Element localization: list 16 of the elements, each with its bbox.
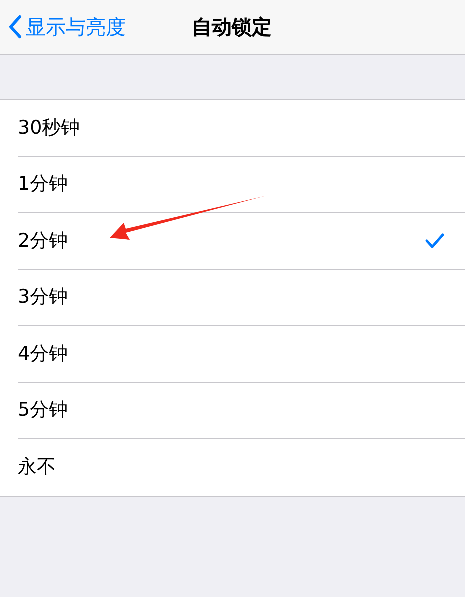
option-row[interactable]: 3分钟 <box>18 270 465 326</box>
option-label: 1分钟 <box>18 172 68 197</box>
option-label: 2分钟 <box>18 228 68 254</box>
option-label: 4分钟 <box>18 342 68 366</box>
back-button[interactable]: 显示与亮度 <box>0 12 126 42</box>
option-row[interactable]: 30秒钟 <box>18 100 465 156</box>
page-title: 自动锁定 <box>192 14 272 41</box>
option-label: 永不 <box>18 455 56 480</box>
option-label: 30秒钟 <box>18 116 80 140</box>
option-row[interactable]: 5分钟 <box>18 382 465 439</box>
option-row[interactable]: 4分钟 <box>18 326 465 382</box>
option-label: 5分钟 <box>18 398 68 423</box>
option-row[interactable]: 永不 <box>18 439 465 496</box>
option-label: 3分钟 <box>18 285 68 310</box>
checkmark-icon <box>425 232 445 249</box>
back-chevron-icon <box>8 15 22 39</box>
